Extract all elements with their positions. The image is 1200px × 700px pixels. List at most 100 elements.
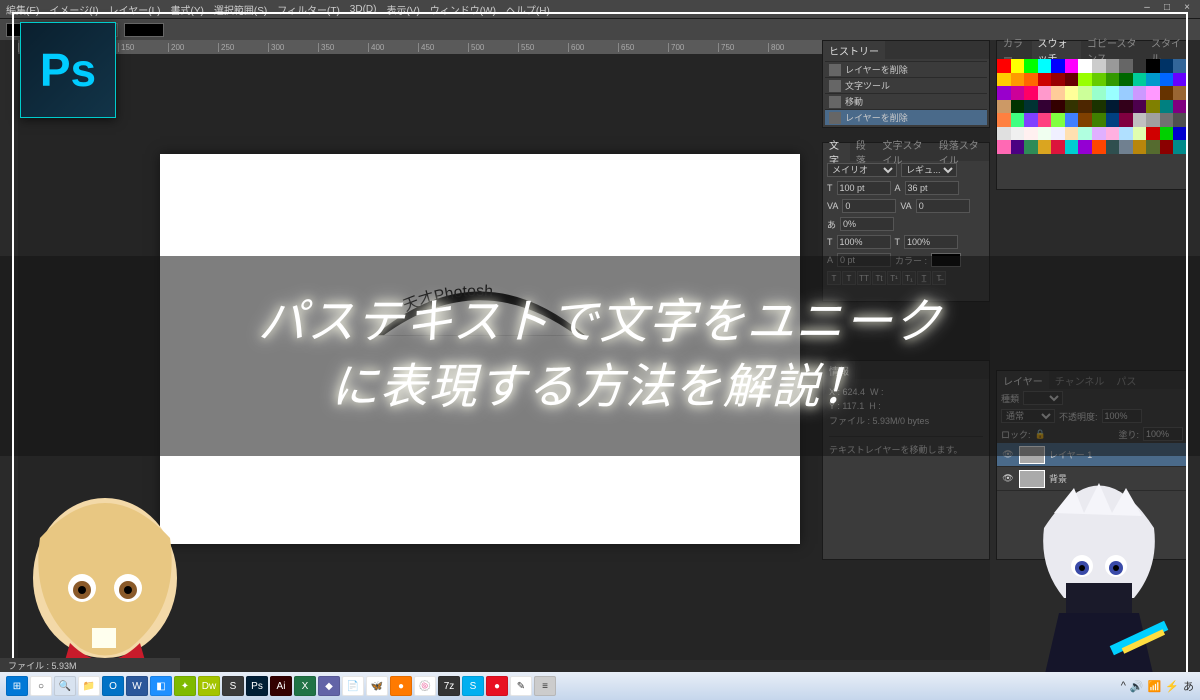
swatch[interactable] (1038, 100, 1052, 114)
maximize-button[interactable]: □ (1160, 2, 1174, 13)
swatch[interactable] (1160, 86, 1174, 100)
swatch[interactable] (1119, 59, 1133, 73)
swatch[interactable] (1051, 127, 1065, 141)
swatch[interactable] (1119, 140, 1133, 154)
swatch[interactable] (1078, 113, 1092, 127)
swatch[interactable] (1011, 127, 1025, 141)
swatch[interactable] (1173, 100, 1187, 114)
swatch[interactable] (1106, 73, 1120, 87)
tray-caret-icon[interactable]: ^ (1121, 680, 1126, 692)
taskbar-app[interactable]: ✦ (174, 676, 196, 696)
swatch[interactable] (1051, 73, 1065, 87)
close-button[interactable]: × (1180, 2, 1194, 13)
menu-3d[interactable]: 3D(D) (350, 4, 377, 15)
swatch[interactable] (1106, 100, 1120, 114)
menu-view[interactable]: 表示(V) (386, 2, 419, 17)
swatch[interactable] (1119, 113, 1133, 127)
menu-type[interactable]: 書式(Y) (171, 2, 204, 17)
text-color-swatch[interactable] (124, 23, 164, 37)
taskbar-app[interactable]: 🦋 (366, 676, 388, 696)
swatch[interactable] (1146, 140, 1160, 154)
swatch[interactable] (1173, 86, 1187, 100)
swatch[interactable] (1119, 127, 1133, 141)
swatch[interactable] (1106, 140, 1120, 154)
swatch[interactable] (1078, 86, 1092, 100)
swatch[interactable] (1173, 59, 1187, 73)
swatch[interactable] (1078, 73, 1092, 87)
history-item[interactable]: 文字ツール (825, 77, 987, 93)
swatch[interactable] (1011, 100, 1025, 114)
swatch[interactable] (1106, 113, 1120, 127)
swatch[interactable] (1119, 86, 1133, 100)
swatch[interactable] (1078, 140, 1092, 154)
swatch[interactable] (1065, 140, 1079, 154)
swatch[interactable] (1065, 86, 1079, 100)
swatch[interactable] (1024, 113, 1038, 127)
swatch[interactable] (1038, 59, 1052, 73)
taskbar-app[interactable]: 🔍 (54, 676, 76, 696)
swatch[interactable] (1133, 140, 1147, 154)
swatch[interactable] (1133, 86, 1147, 100)
swatch[interactable] (1038, 73, 1052, 87)
swatch[interactable] (1146, 100, 1160, 114)
swatch[interactable] (1011, 73, 1025, 87)
history-item[interactable]: レイヤーを削除 (825, 109, 987, 125)
swatch[interactable] (1092, 86, 1106, 100)
char-style-tab[interactable]: 文字スタイル (877, 143, 933, 161)
swatch[interactable] (1092, 113, 1106, 127)
swatch[interactable] (1078, 59, 1092, 73)
font-family-select[interactable]: メイリオ (827, 163, 897, 177)
swatch[interactable] (1065, 100, 1079, 114)
swatch[interactable] (1011, 113, 1025, 127)
swatch[interactable] (1160, 140, 1174, 154)
font-style-select[interactable]: レギュ... (901, 163, 957, 177)
swatch[interactable] (1024, 100, 1038, 114)
swatch[interactable] (1024, 140, 1038, 154)
swatch[interactable] (1160, 73, 1174, 87)
taskbar-app[interactable]: ≡ (534, 676, 556, 696)
swatch[interactable] (1092, 127, 1106, 141)
tray-power-icon[interactable]: ⚡ (1165, 680, 1179, 693)
swatch[interactable] (1065, 127, 1079, 141)
swatch[interactable] (1078, 100, 1092, 114)
swatch[interactable] (1119, 100, 1133, 114)
swatch[interactable] (1065, 113, 1079, 127)
swatch[interactable] (997, 100, 1011, 114)
swatch[interactable] (1146, 73, 1160, 87)
menu-filter[interactable]: フィルター(T) (277, 2, 340, 17)
taskbar-app[interactable]: X (294, 676, 316, 696)
kerning-input[interactable] (842, 199, 896, 213)
swatch[interactable] (1051, 86, 1065, 100)
swatch[interactable] (1078, 127, 1092, 141)
menu-help[interactable]: ヘルプ(H) (506, 2, 550, 17)
menu-window[interactable]: ウィンドウ(W) (430, 2, 496, 17)
swatch[interactable] (1092, 59, 1106, 73)
taskbar-app[interactable]: S (222, 676, 244, 696)
swatch[interactable] (997, 113, 1011, 127)
swatch[interactable] (1173, 127, 1187, 141)
swatch[interactable] (1024, 127, 1038, 141)
swatch[interactable] (997, 127, 1011, 141)
swatch[interactable] (997, 73, 1011, 87)
swatch[interactable] (1160, 127, 1174, 141)
taskbar-app[interactable]: 🍥 (414, 676, 436, 696)
minimize-button[interactable]: – (1140, 2, 1154, 13)
tray-network-icon[interactable]: 📶 (1148, 680, 1162, 693)
swatch[interactable] (1160, 59, 1174, 73)
swatch[interactable] (997, 140, 1011, 154)
swatch[interactable] (1051, 100, 1065, 114)
history-tab[interactable]: ヒストリー (823, 41, 885, 59)
swatch[interactable] (1146, 86, 1160, 100)
swatch[interactable] (1146, 59, 1160, 73)
copy-source-tab[interactable]: ゴピースタンス (1081, 41, 1145, 59)
swatch[interactable] (1011, 59, 1025, 73)
taskbar-app[interactable]: ● (486, 676, 508, 696)
leading-input[interactable] (905, 181, 959, 195)
swatch[interactable] (1160, 113, 1174, 127)
swatch[interactable] (1146, 113, 1160, 127)
swatch[interactable] (1065, 59, 1079, 73)
swatch[interactable] (997, 59, 1011, 73)
swatch[interactable] (1106, 59, 1120, 73)
swatch[interactable] (1011, 140, 1025, 154)
swatch[interactable] (1173, 113, 1187, 127)
